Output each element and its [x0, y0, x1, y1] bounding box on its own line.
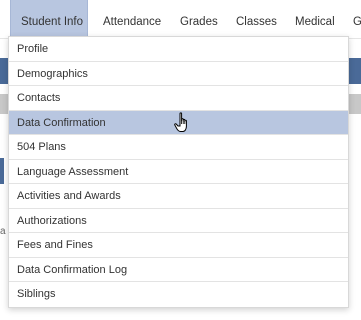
- nav-tab-student-info[interactable]: Student Info: [10, 0, 88, 38]
- nav-tab-partial[interactable]: G: [353, 0, 361, 38]
- hand-pointer-icon: [174, 112, 187, 132]
- menu-item-demographics[interactable]: Demographics: [9, 62, 348, 86]
- nav-tab-medical[interactable]: Medical: [295, 0, 335, 38]
- background-page-band: [0, 158, 4, 184]
- nav-tab-classes[interactable]: Classes: [236, 0, 277, 38]
- menu-item-activities-and-awards[interactable]: Activities and Awards: [9, 184, 348, 209]
- menu-item-siblings[interactable]: Siblings: [9, 282, 348, 307]
- nav-tab-attendance[interactable]: Attendance: [103, 0, 161, 38]
- top-nav: Student Info Attendance Grades Classes M…: [0, 0, 361, 39]
- menu-item-profile[interactable]: Profile: [9, 37, 348, 62]
- menu-item-fees-and-fines[interactable]: Fees and Fines: [9, 233, 348, 258]
- menu-item-contacts[interactable]: Contacts: [9, 86, 348, 111]
- menu-item-language-assessment[interactable]: Language Assessment: [9, 160, 348, 184]
- background-page-band: [347, 94, 361, 114]
- student-info-dropdown-menu: Profile Demographics Contacts Data Confi…: [8, 36, 349, 308]
- nav-tab-grades[interactable]: Grades: [180, 0, 218, 38]
- background-page-band: [0, 58, 8, 84]
- menu-item-authorizations[interactable]: Authorizations: [9, 209, 348, 233]
- menu-item-504-plans[interactable]: 504 Plans: [9, 135, 348, 160]
- background-page-band: [347, 58, 361, 84]
- menu-item-data-confirmation-log[interactable]: Data Confirmation Log: [9, 258, 348, 282]
- background-page-band: [0, 94, 8, 114]
- background-text-fragment: a: [0, 226, 6, 237]
